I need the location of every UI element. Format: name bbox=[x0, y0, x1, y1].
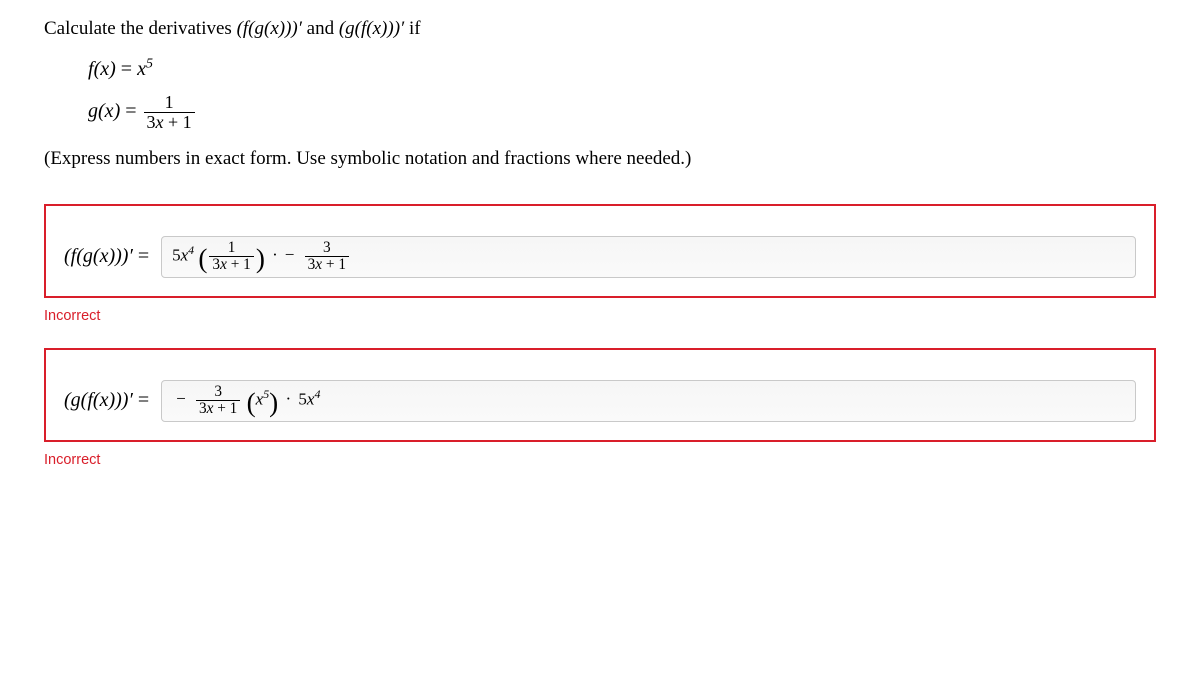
definition-g: g(x) = 1 3x + 1 bbox=[88, 93, 1156, 132]
answer-label-1: (f(g(x)))′ = bbox=[64, 245, 149, 268]
answer-input-1[interactable]: 5x4 (13x + 1) ·− 33x + 1 bbox=[161, 236, 1136, 278]
prompt-tail: if bbox=[404, 18, 420, 39]
answer-label-2: (g(f(x)))′ = bbox=[64, 389, 149, 412]
prompt-lead: Calculate the derivatives bbox=[44, 18, 237, 39]
feedback-2: Incorrect bbox=[44, 452, 1156, 468]
answer-box-1: (f(g(x)))′ = 5x4 (13x + 1) ·− 33x + 1 bbox=[44, 204, 1156, 298]
answer-input-2[interactable]: − 33x + 1 (x5) · 5x4 bbox=[161, 380, 1136, 422]
answer-box-2: (g(f(x)))′ = − 33x + 1 (x5) · 5x4 bbox=[44, 348, 1156, 442]
definition-f: f(x) = x5 bbox=[88, 58, 1156, 81]
instruction-text: (Express numbers in exact form. Use symb… bbox=[44, 148, 1156, 170]
feedback-1: Incorrect bbox=[44, 308, 1156, 324]
prompt-and: and bbox=[302, 18, 339, 39]
question-prompt: Calculate the derivatives (f(g(x)))′ and… bbox=[44, 18, 1156, 40]
